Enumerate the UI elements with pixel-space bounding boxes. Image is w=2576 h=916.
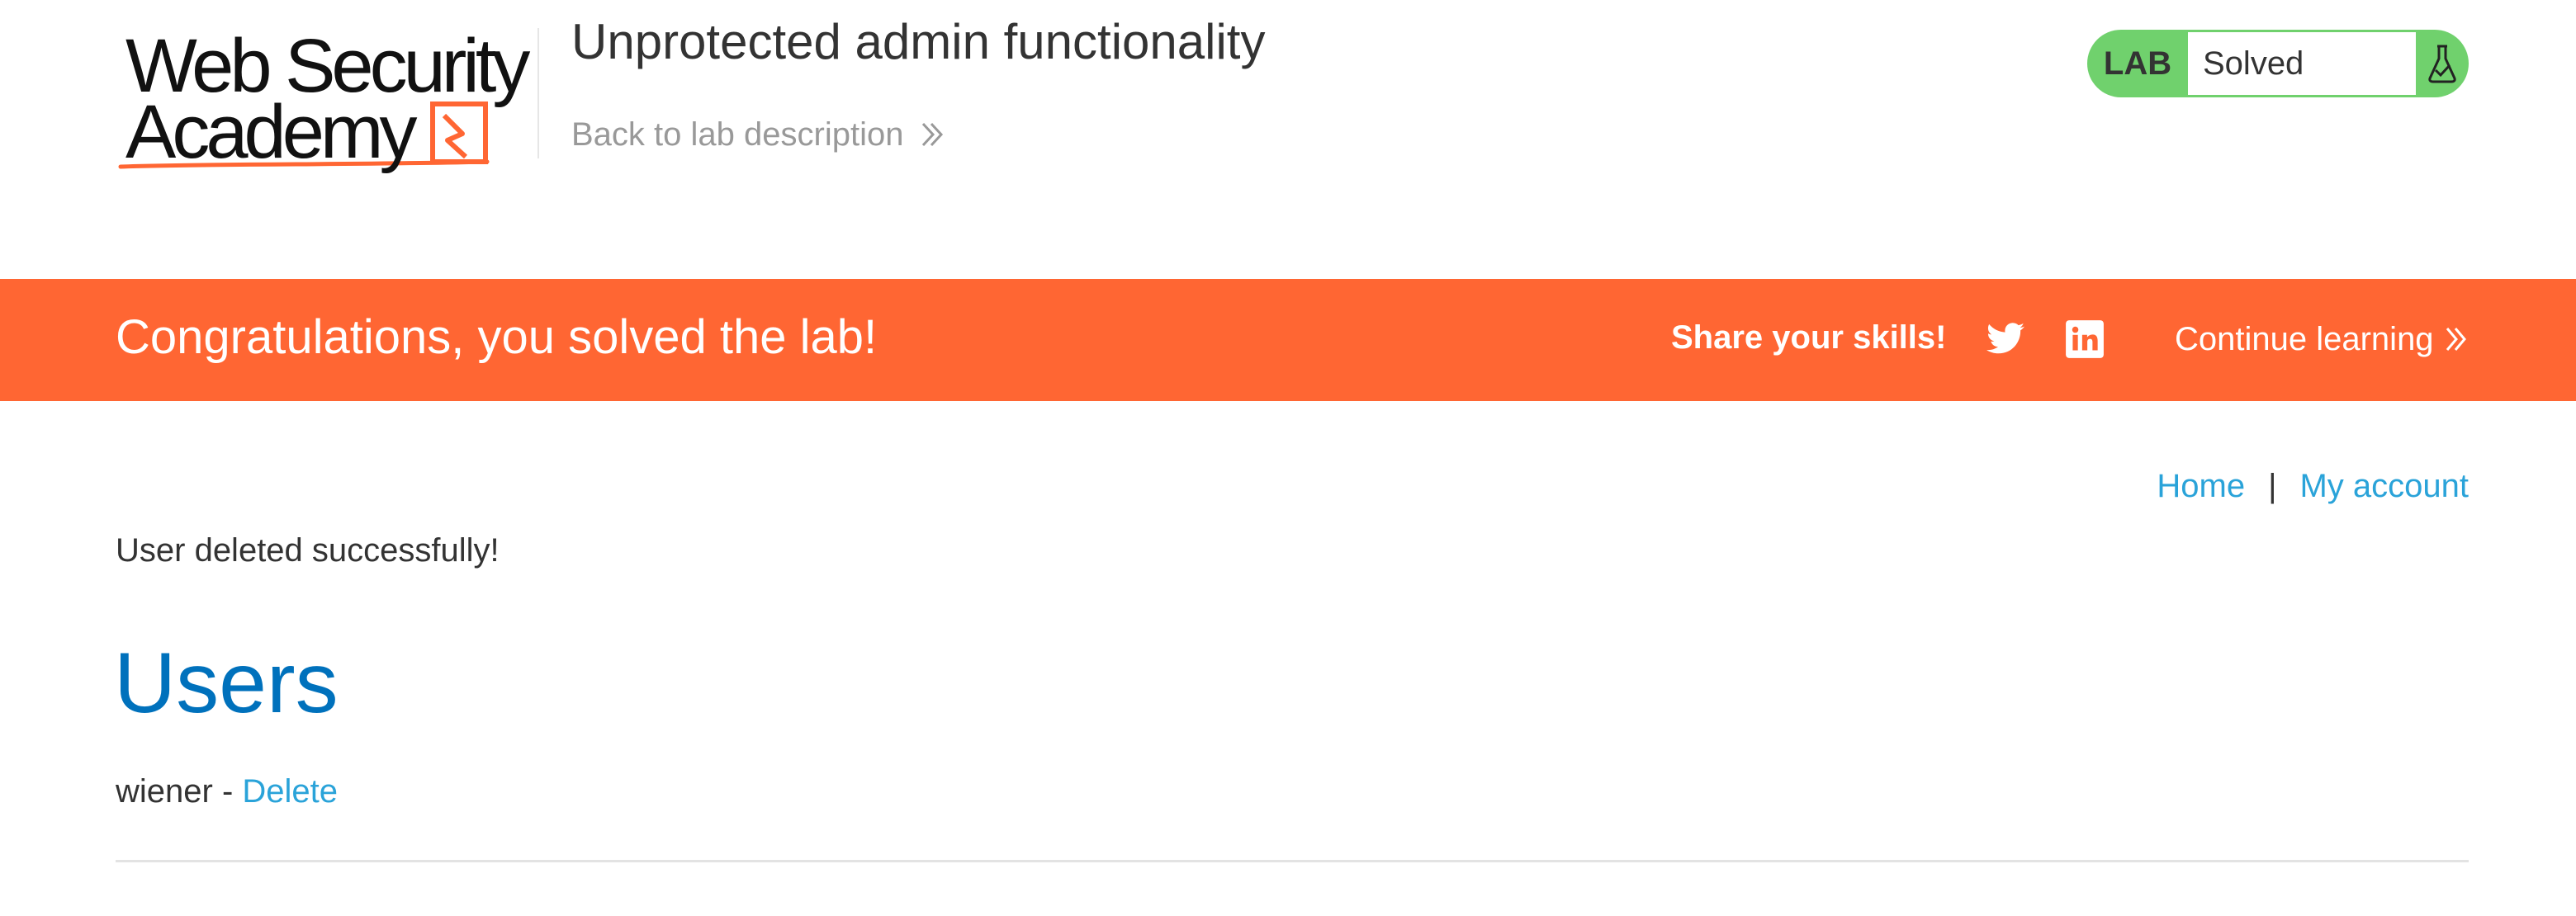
section-divider: [116, 860, 2469, 862]
logo-line-academy: Academy: [125, 90, 417, 174]
my-account-link[interactable]: My account: [2299, 465, 2469, 507]
back-link-label: Back to lab description: [571, 116, 904, 153]
users-heading: Users: [114, 635, 339, 731]
continue-learning-link[interactable]: Continue learning: [2175, 319, 2469, 360]
linkedin-share-button[interactable]: [2064, 319, 2105, 360]
double-chevron-right-icon: [2446, 328, 2466, 351]
lab-title: Unprotected admin functionality: [571, 14, 1266, 69]
top-navigation: Home | My account: [2157, 465, 2469, 507]
lab-status-widget: LAB Solved: [2087, 30, 2469, 97]
status-message: User deleted successfully!: [116, 532, 500, 569]
share-skills-label: Share your skills!: [1671, 319, 1947, 356]
back-to-lab-description-link[interactable]: Back to lab description: [571, 114, 946, 155]
username: wiener: [116, 773, 213, 810]
congratulations-banner: Congratulations, you solved the lab! Sha…: [0, 279, 2576, 401]
lab-status-value: Solved: [2188, 32, 2416, 95]
lab-status-tag: LAB: [2103, 45, 2172, 82]
delete-user-link[interactable]: Delete: [242, 773, 338, 810]
site-header: Web Security Academy Unprotected admin f…: [0, 0, 2576, 279]
home-link[interactable]: Home: [2157, 465, 2245, 507]
twitter-icon: [1986, 323, 2024, 354]
linkedin-icon: [2066, 320, 2104, 358]
web-security-academy-logo[interactable]: Web Security Academy: [116, 25, 537, 182]
user-row-separator: -: [212, 773, 243, 810]
nav-separator: |: [2268, 468, 2277, 504]
header-divider: [537, 28, 539, 158]
user-row: wiener - Delete: [116, 771, 338, 812]
continue-learning-label: Continue learning: [2175, 321, 2434, 357]
double-chevron-right-icon: [922, 122, 944, 147]
twitter-share-button[interactable]: [1985, 319, 2026, 360]
banner-message: Congratulations, you solved the lab!: [116, 310, 878, 364]
flask-icon: [2416, 30, 2469, 97]
